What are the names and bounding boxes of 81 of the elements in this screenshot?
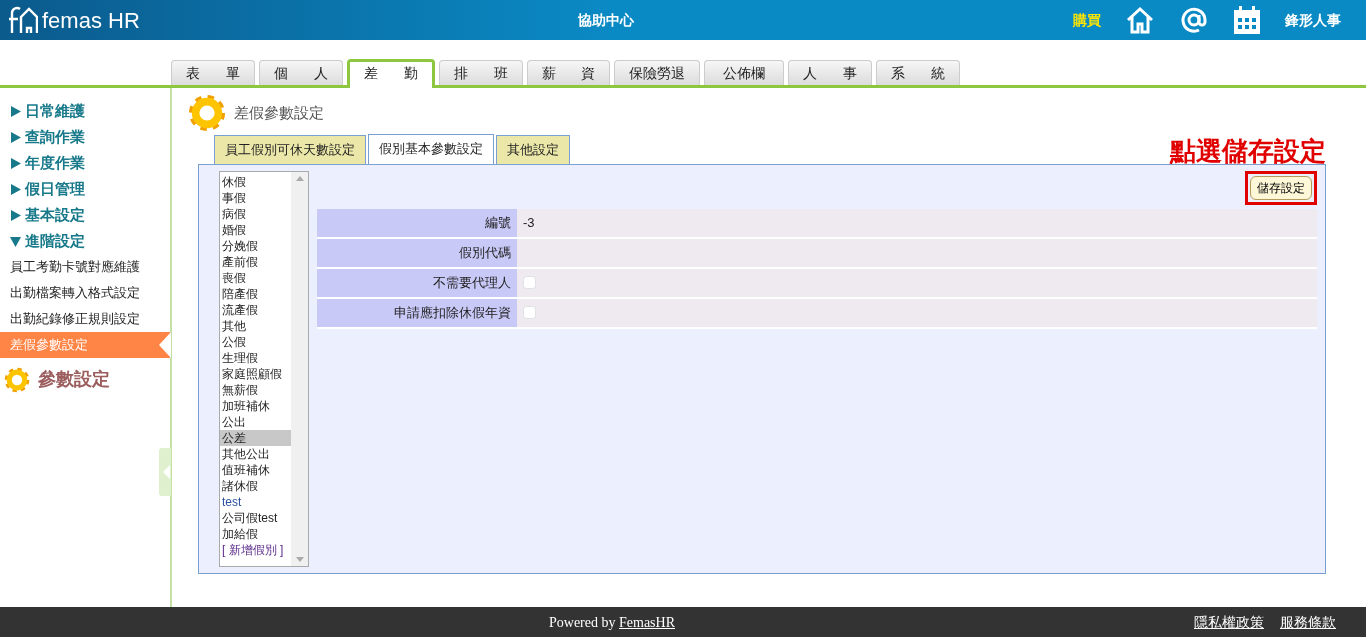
list-option[interactable]: test — [220, 493, 291, 510]
main-tab[interactable]: 排 班 — [438, 60, 523, 85]
menu-item[interactable]: 出勤檔案轉入格式設定 — [0, 280, 170, 306]
list-option[interactable]: 喪假 — [220, 269, 291, 286]
menu-item[interactable]: 員工考勤卡號對應維護 — [0, 254, 170, 280]
annotation-text: 點選儲存設定 — [1170, 137, 1326, 164]
femashr-link[interactable]: FemasHR — [619, 614, 675, 630]
checkbox[interactable] — [523, 306, 536, 319]
list-option[interactable]: 陪產假 — [220, 285, 291, 302]
list-option[interactable]: 無薪假 — [220, 381, 291, 398]
footer-link[interactable]: 隱私權政策 — [1194, 611, 1264, 633]
help-center-link[interactable]: 協助中心 — [578, 11, 635, 28]
main-tab[interactable]: 差 勤 — [346, 59, 435, 88]
triangle-down-icon — [10, 235, 21, 247]
triangle-right-icon — [10, 105, 21, 117]
list-option[interactable]: 分娩假 — [220, 237, 291, 254]
leave-type-list[interactable]: 休假 事假 病假 婚假 分娩假 產前假 喪假 陪產假 流產假 其他 公假 生理假 家庭照顧假 無薪假 加班補休 公出 公差 其他公出 值班補休 諸休假 test 公司假test 加給假 [ 新增假別 ] — [219, 170, 309, 567]
list-option[interactable]: 流產假 — [220, 301, 291, 318]
list-option[interactable]: 婚假 — [220, 221, 291, 238]
field-label: 編號 — [317, 208, 517, 237]
logo-icon — [8, 5, 38, 35]
field-label: 假別代碼 — [317, 238, 517, 267]
save-button[interactable]: 儲存設定 — [1250, 175, 1312, 200]
triangle-right-icon — [10, 131, 21, 143]
collapse-handle[interactable] — [159, 448, 171, 496]
list-scrollbar[interactable] — [291, 171, 308, 566]
menu-group[interactable]: 查詢作業 — [0, 124, 170, 150]
main-tab[interactable]: 保險勞退 — [614, 60, 701, 85]
list-option[interactable]: 公差 — [220, 429, 291, 446]
scroll-down-icon[interactable] — [295, 556, 304, 562]
at-sign-icon[interactable] — [1179, 5, 1209, 35]
gear-icon — [4, 366, 30, 393]
company-name: 鋒形人事 — [1285, 10, 1341, 30]
main-tab[interactable]: 公佈欄 — [704, 60, 785, 85]
menu-item[interactable]: 出勤紀錄修正規則設定 — [0, 306, 170, 332]
checkbox[interactable] — [523, 276, 536, 289]
list-option[interactable]: 公假 — [220, 333, 291, 350]
triangle-right-icon — [10, 157, 21, 169]
sub-tab[interactable]: 員工假別可休天數設定 — [214, 135, 366, 164]
active-pointer — [159, 332, 171, 358]
logo-text: femas HR — [42, 6, 140, 35]
footer-link[interactable]: 服務條款 — [1280, 611, 1336, 633]
main-tab[interactable]: 個 人 — [258, 60, 343, 85]
list-option[interactable]: 加給假 — [220, 525, 291, 542]
main-tab[interactable]: 表 單 — [171, 60, 255, 85]
main-tab[interactable]: 人 事 — [788, 60, 873, 85]
list-option[interactable]: 其他 — [220, 317, 291, 334]
list-option[interactable]: 家庭照顧假 — [220, 365, 291, 382]
calendar-icon[interactable] — [1233, 5, 1261, 35]
list-option[interactable]: 產前假 — [220, 253, 291, 270]
triangle-right-icon — [10, 183, 21, 195]
menu-group[interactable]: 基本設定 — [0, 202, 170, 228]
field-label: 申請應扣除休假年資 — [317, 298, 517, 327]
list-option[interactable]: 病假 — [220, 205, 291, 222]
main-tab[interactable]: 系 統 — [876, 60, 961, 85]
menu-group[interactable]: 進階設定 — [0, 228, 170, 254]
list-option[interactable]: 加班補休 — [220, 397, 291, 414]
gear-icon — [188, 94, 226, 132]
section-title: 參數設定 — [38, 368, 110, 391]
powered-by-text: Powered by FemasHR — [549, 614, 675, 630]
list-option[interactable]: 其他公出 — [220, 445, 291, 462]
list-option[interactable]: 公出 — [220, 413, 291, 430]
menu-group[interactable]: 年度作業 — [0, 150, 170, 176]
main-tab[interactable]: 薪 資 — [526, 60, 611, 85]
sub-tab[interactable]: 其他設定 — [496, 135, 570, 164]
list-option[interactable]: 休假 — [220, 173, 291, 190]
list-option[interactable]: 諸休假 — [220, 477, 291, 494]
sub-tab[interactable]: 假別基本參數設定 — [368, 134, 494, 165]
home-icon[interactable] — [1125, 6, 1155, 34]
list-option[interactable]: [ 新增假別 ] — [220, 541, 291, 558]
list-option[interactable]: 公司假test — [220, 509, 291, 526]
value-cell: -3 — [517, 208, 1317, 237]
triangle-right-icon — [10, 209, 21, 221]
list-option[interactable]: 事假 — [220, 189, 291, 206]
field-label: 不需要代理人 — [317, 268, 517, 297]
scroll-up-icon[interactable] — [295, 175, 304, 181]
menu-group[interactable]: 假日管理 — [0, 176, 170, 202]
list-option[interactable]: 生理假 — [220, 349, 291, 366]
page-title: 差假參數設定 — [234, 102, 324, 123]
list-option[interactable]: 值班補休 — [220, 461, 291, 478]
menu-group[interactable]: 日常維護 — [0, 98, 170, 124]
